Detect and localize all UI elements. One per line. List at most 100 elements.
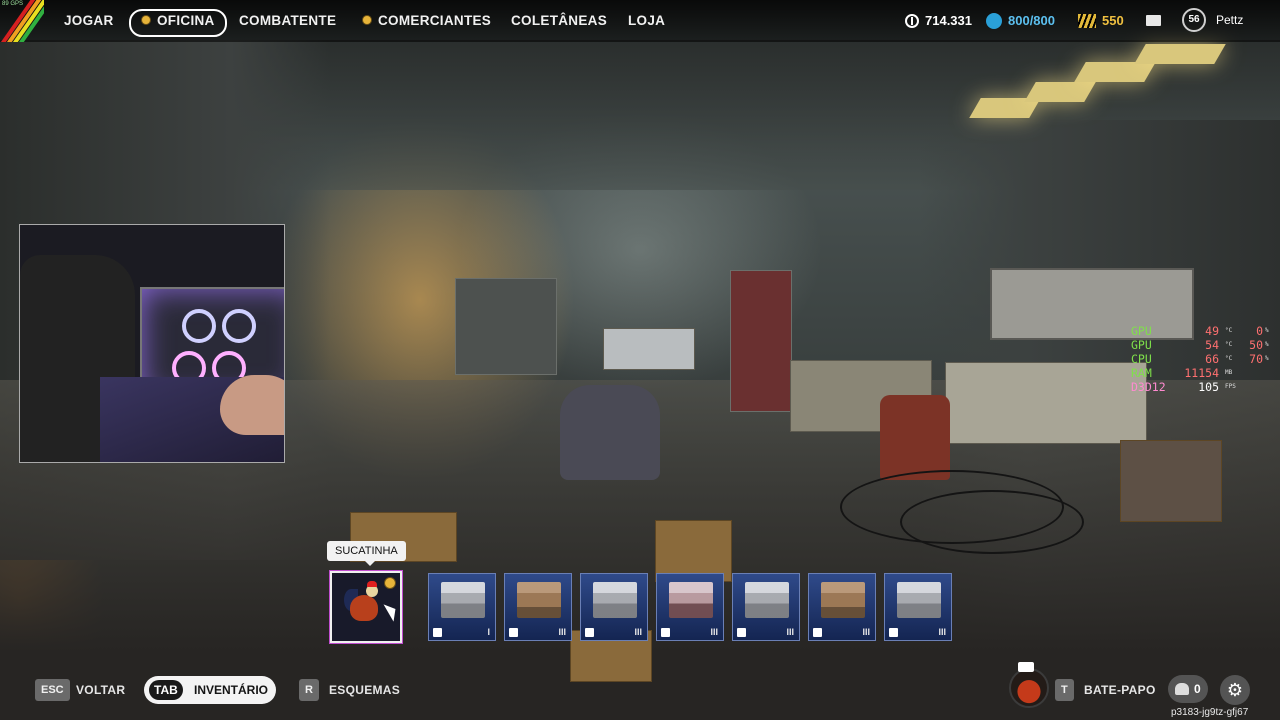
hw-row: D3D12 105 FPS xyxy=(1131,380,1271,394)
nav-loja[interactable]: LOJA xyxy=(628,9,665,33)
cables xyxy=(900,490,1084,554)
coins-value: 714.331 xyxy=(925,13,972,28)
r-key-hint[interactable]: R xyxy=(299,679,319,701)
tier-label: III xyxy=(558,627,566,637)
mail-icon xyxy=(1146,15,1161,27)
player-name[interactable]: Pettz xyxy=(1216,13,1243,27)
tab-key-hint: TAB xyxy=(149,680,183,700)
hw-label: D3D12 xyxy=(1131,380,1166,394)
hw-label: RAM xyxy=(1131,366,1152,380)
workshop-slot[interactable]: III xyxy=(580,573,648,641)
t-key-hint[interactable]: T xyxy=(1055,679,1074,701)
hw-unit: % xyxy=(1265,327,1269,334)
white-bench xyxy=(603,328,695,370)
friends-count: 0 xyxy=(1194,682,1201,696)
nav-label: COMERCIANTES xyxy=(378,13,492,28)
scrap-counter[interactable]: 550 xyxy=(1078,11,1124,31)
chat-button[interactable]: BATE-PAPO xyxy=(1084,683,1156,697)
workshop-slot[interactable]: III xyxy=(732,573,800,641)
skylight xyxy=(1024,82,1096,102)
hw-row: GPU 49 °C 0 % xyxy=(1131,324,1271,338)
workbench xyxy=(945,362,1147,444)
esc-key-hint[interactable]: ESC xyxy=(35,679,70,701)
tier-label: III xyxy=(634,627,642,637)
hw-row: GPU 54 °C 50 % xyxy=(1131,338,1271,352)
tier-label: III xyxy=(862,627,870,637)
nav-comerciantes[interactable]: COMERCIANTES xyxy=(362,9,491,33)
workshop-slot[interactable]: I xyxy=(428,573,496,641)
hardware-monitor-overlay: GPU 49 °C 0 % GPU 54 °C 50 % CPU 66 °C 7… xyxy=(1131,324,1271,394)
blueprints-button[interactable]: ESQUEMAS xyxy=(329,683,400,697)
workshop-slot[interactable]: III xyxy=(656,573,724,641)
workshop-slot[interactable]: III xyxy=(884,573,952,641)
hw-label: CPU xyxy=(1131,352,1152,366)
mail-button[interactable] xyxy=(1146,11,1167,31)
hw-value: 11154 xyxy=(1184,366,1219,380)
caps-counter[interactable]: 800/800 xyxy=(986,11,1055,31)
workbench-thumbnail xyxy=(669,582,713,618)
nav-label: OFICINA xyxy=(157,13,215,28)
workbench-thumbnail xyxy=(441,582,485,618)
workshop-slot[interactable]: III xyxy=(504,573,572,641)
hw-value: 54 xyxy=(1205,338,1219,352)
tier-label: III xyxy=(786,627,794,637)
workbench-thumbnail xyxy=(821,582,865,618)
notification-dot-icon xyxy=(384,577,396,589)
shield-icon xyxy=(585,628,594,637)
rooster-icon xyxy=(344,581,380,629)
hw-unit: % xyxy=(1265,355,1269,362)
tier-label: III xyxy=(710,627,718,637)
workbench-thumbnail xyxy=(593,582,637,618)
back-button[interactable]: VOLTAR xyxy=(76,683,125,697)
workbench-thumbnail xyxy=(745,582,789,618)
webcam-hand xyxy=(220,375,284,435)
red-shelf xyxy=(730,270,792,412)
hw-value: 70 xyxy=(1249,352,1263,366)
inventory-button[interactable]: TAB INVENTÁRIO xyxy=(144,676,276,704)
game-logo: 89 GPS xyxy=(0,0,44,42)
inventory-label: INVENTÁRIO xyxy=(194,683,269,697)
hw-value: 49 xyxy=(1205,324,1219,338)
notification-dot-icon xyxy=(141,15,151,26)
bench-type-icon xyxy=(661,628,670,637)
caps-icon xyxy=(986,12,1002,29)
hw-value: 50 xyxy=(1249,338,1263,352)
hw-unit: FPS xyxy=(1225,383,1236,390)
avatar[interactable] xyxy=(1009,668,1049,708)
hw-value: 105 xyxy=(1198,380,1219,394)
tier-label: III xyxy=(938,627,946,637)
nav-label: COLETÂNEAS xyxy=(511,13,608,28)
nav-label: COMBATENTE xyxy=(239,13,337,28)
skylight xyxy=(1134,44,1226,64)
nav-label: LOJA xyxy=(628,13,666,28)
workshop-slot-sucatinha[interactable] xyxy=(330,571,402,643)
hw-value: 0 xyxy=(1256,324,1263,338)
nav-combatente[interactable]: COMBATENTE xyxy=(239,9,336,33)
gear-icon: ⚙ xyxy=(1226,680,1244,700)
bench-type-icon xyxy=(433,628,442,637)
hw-unit: °C xyxy=(1225,341,1233,348)
coins-counter[interactable]: 714.331 xyxy=(905,11,972,31)
skylight xyxy=(1074,62,1156,82)
friends-icon xyxy=(1175,683,1189,695)
caps-value: 800/800 xyxy=(1008,13,1055,28)
settings-button[interactable]: ⚙ xyxy=(1220,675,1250,705)
hw-value: 66 xyxy=(1205,352,1219,366)
nav-coletaneas[interactable]: COLETÂNEAS xyxy=(511,9,607,33)
crossed-tools-icon xyxy=(737,628,746,637)
nav-oficina[interactable]: OFICINA xyxy=(129,9,227,37)
cabinet xyxy=(1120,440,1222,522)
scrap-icon xyxy=(1078,13,1096,28)
crown-icon xyxy=(1018,662,1034,672)
hw-unit: % xyxy=(1265,341,1269,348)
top-navigation-bar: 89 GPS JOGAR OFICINA COMBATENTE COMERCIA… xyxy=(0,0,1280,42)
notification-dot-icon xyxy=(362,15,372,26)
workshop-slot[interactable]: III xyxy=(808,573,876,641)
player-level-badge[interactable]: 56 xyxy=(1182,8,1206,32)
workbench-thumbnail xyxy=(517,582,561,618)
gadget-icon xyxy=(889,628,898,637)
armchair xyxy=(560,385,660,480)
bench-type-icon xyxy=(509,628,518,637)
friends-button[interactable]: 0 xyxy=(1168,675,1208,703)
nav-jogar[interactable]: JOGAR xyxy=(64,9,114,33)
